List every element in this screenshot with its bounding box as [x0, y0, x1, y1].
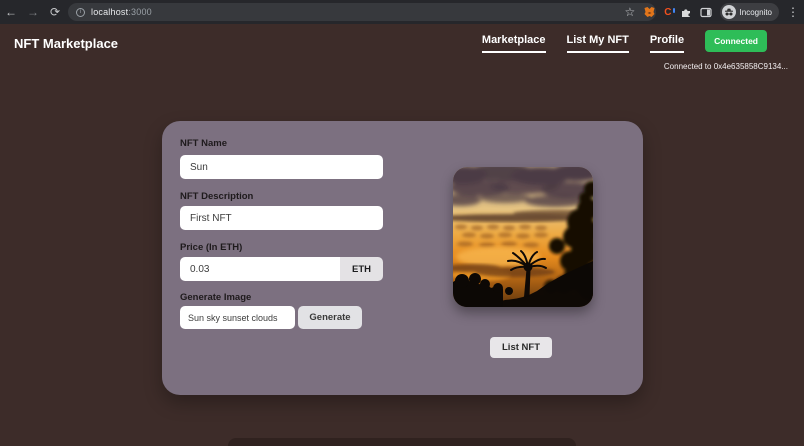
top-nav: Marketplace List My NFT Profile Connecte… — [481, 30, 767, 53]
nft-name-input[interactable] — [180, 155, 383, 179]
toolbar-right-icons: ☆ C Incognito ⋮ — [625, 0, 799, 24]
url-text: localhost:3000 — [91, 7, 152, 17]
back-icon[interactable]: ← — [0, 5, 22, 19]
browser-menu-icon[interactable]: ⋮ — [787, 5, 799, 19]
nft-marketplace-page: NFT Marketplace Marketplace List My NFT … — [0, 24, 804, 446]
next-section-edge — [228, 438, 576, 446]
side-panel-icon[interactable] — [699, 7, 712, 18]
extensions-puzzle-icon[interactable] — [680, 6, 692, 18]
reload-icon[interactable]: ⟳ — [44, 5, 66, 19]
list-nft-button[interactable]: List NFT — [490, 337, 552, 358]
nav-profile[interactable]: Profile — [649, 34, 685, 53]
wallet-address-status: Connected to 0x4e635858C9134... — [663, 62, 788, 71]
address-bar[interactable]: i localhost:3000 — [68, 3, 656, 21]
browser-window: ← → ⟳ i localhost:3000 ☆ C Incognito ⋮ N… — [0, 0, 804, 446]
price-label: Price (In ETH) — [180, 242, 243, 253]
nft-name-label: NFT Name — [180, 138, 227, 149]
url-host: localhost — [91, 7, 129, 17]
nft-preview-image — [453, 167, 593, 307]
incognito-badge[interactable]: Incognito — [719, 3, 779, 21]
browser-toolbar: ← → ⟳ i localhost:3000 ☆ C Incognito ⋮ — [0, 0, 804, 24]
generate-prompt-input[interactable] — [180, 306, 295, 329]
connected-button[interactable]: Connected — [705, 30, 767, 52]
price-input-group: ETH — [180, 257, 383, 281]
list-nft-card: NFT Name NFT Description Price (In ETH) … — [162, 121, 643, 395]
generate-button[interactable]: Generate — [298, 306, 362, 329]
bookmark-star-icon[interactable]: ☆ — [625, 5, 636, 19]
price-input[interactable] — [180, 257, 340, 281]
nft-description-label: NFT Description — [180, 191, 254, 202]
eth-addon: ETH — [340, 257, 383, 281]
page-title: NFT Marketplace — [14, 36, 119, 51]
extension-letter: C — [664, 6, 672, 18]
url-port: :3000 — [128, 7, 152, 17]
forward-icon[interactable]: → — [22, 5, 44, 19]
nft-description-input[interactable] — [180, 206, 383, 230]
nav-list-my-nft[interactable]: List My NFT — [566, 34, 629, 53]
site-info-icon[interactable]: i — [76, 7, 85, 17]
generate-image-label: Generate Image — [180, 292, 252, 303]
incognito-label: Incognito — [739, 7, 772, 17]
nav-marketplace[interactable]: Marketplace — [481, 34, 546, 53]
incognito-icon — [721, 5, 736, 19]
metamask-fox-icon[interactable] — [643, 6, 656, 18]
crypto-extension-icon[interactable]: C — [664, 6, 675, 18]
